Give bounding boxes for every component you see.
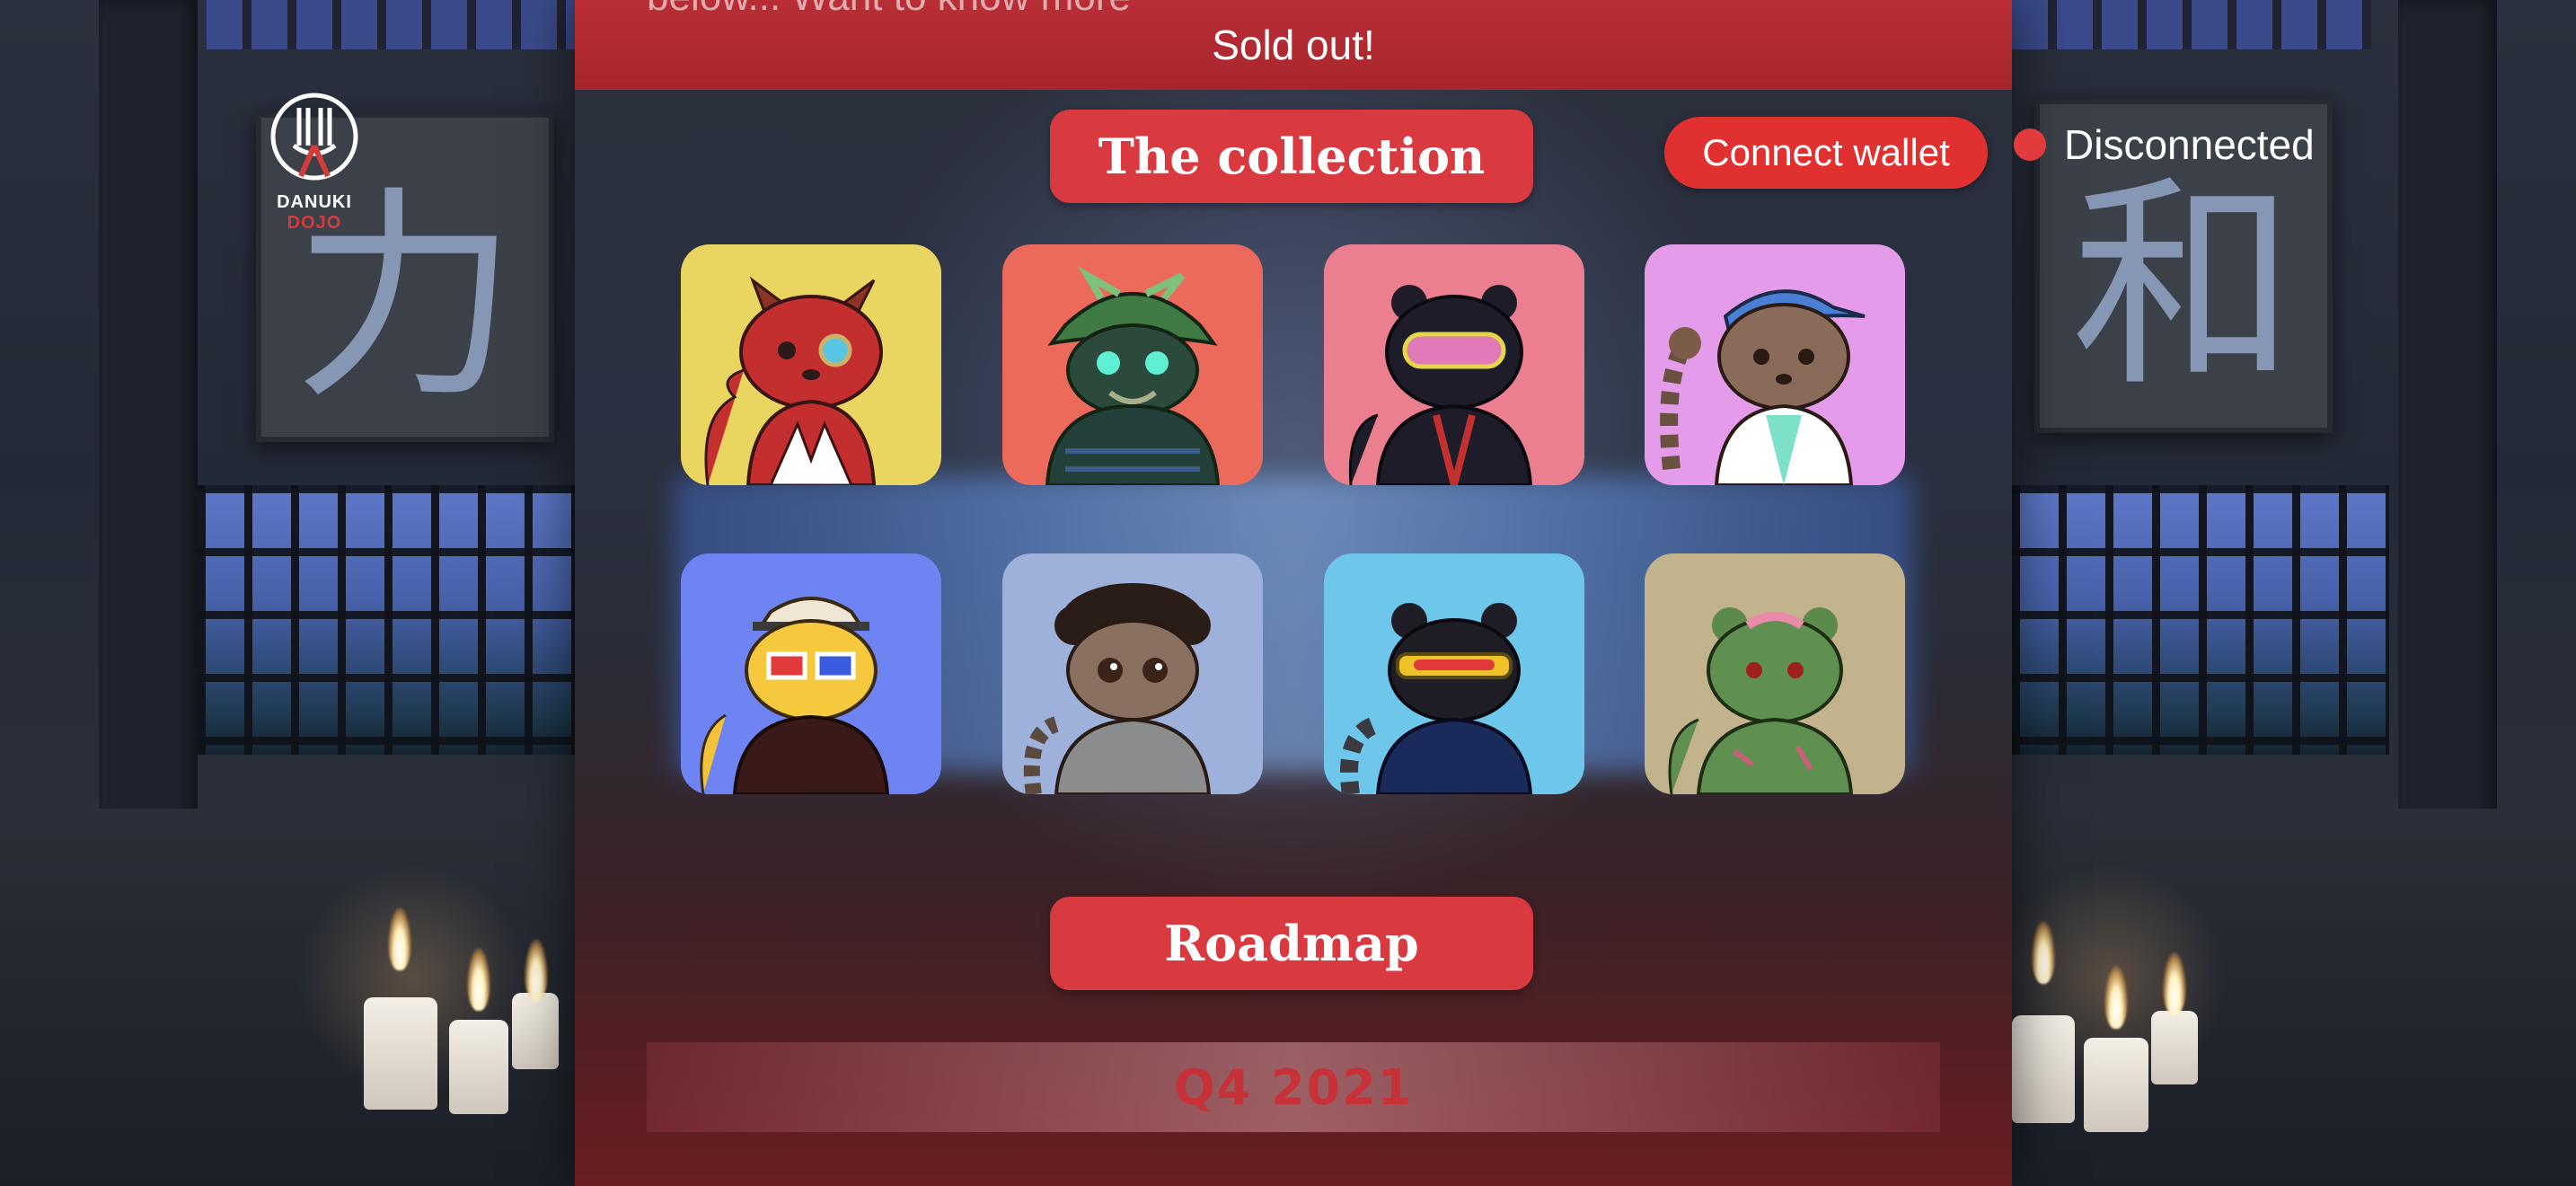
red-tanuki-monocle-icon bbox=[704, 276, 883, 485]
logo-text: DANUKI DOJO bbox=[260, 192, 368, 234]
3d-glasses-tanuki-icon bbox=[700, 597, 890, 794]
curly-hair-tanuki-icon bbox=[1023, 583, 1212, 794]
top-window-right bbox=[2012, 0, 2371, 49]
visor-tanuki-icon bbox=[1340, 603, 1533, 794]
logo[interactable]: DANUKI DOJO bbox=[260, 90, 368, 234]
nft-card-red-tanuki-monocle[interactable] bbox=[681, 244, 941, 485]
flame-icon bbox=[467, 948, 490, 1011]
status-text: Disconnected bbox=[2064, 121, 2315, 168]
collection-title: The collection bbox=[1050, 110, 1533, 203]
wallet-status: Disconnected bbox=[2014, 120, 2315, 169]
nft-card-zombie-tanuki[interactable] bbox=[1645, 553, 1905, 794]
top-window-left bbox=[207, 0, 575, 49]
nft-card-ninja-tanuki[interactable] bbox=[1324, 244, 1584, 485]
candle bbox=[2012, 1015, 2075, 1123]
status-dot-icon bbox=[2014, 128, 2046, 161]
sold-out-banner: below... Want to know more Sold out! bbox=[575, 0, 2012, 90]
candle bbox=[512, 993, 559, 1069]
candle bbox=[364, 997, 437, 1110]
roadmap-quarter-band: Q4 2021 bbox=[647, 1042, 1940, 1132]
flame-icon bbox=[2032, 921, 2055, 984]
logo-text-accent: DOJO bbox=[287, 213, 342, 233]
flame-icon bbox=[2104, 966, 2128, 1029]
flame-icon bbox=[2163, 952, 2186, 1015]
window-lattice-left bbox=[198, 485, 575, 755]
nft-card-cap-tanuki[interactable] bbox=[1645, 244, 1905, 485]
nft-card-visor-tanuki[interactable] bbox=[1324, 553, 1584, 794]
connect-wallet-button[interactable]: Connect wallet bbox=[1664, 117, 1988, 189]
nft-card-curly-hair-tanuki[interactable] bbox=[1002, 553, 1263, 794]
candle bbox=[449, 1020, 508, 1114]
flame-icon bbox=[388, 907, 411, 970]
roadmap-title: Roadmap bbox=[1050, 897, 1533, 990]
nft-card-3d-glasses-tanuki[interactable] bbox=[681, 553, 941, 794]
banner-ghost-text: below... Want to know more bbox=[647, 0, 1131, 20]
zombie-tanuki-icon bbox=[1668, 607, 1854, 794]
flame-icon bbox=[525, 939, 548, 1002]
cap-tanuki-icon bbox=[1660, 289, 1866, 485]
nft-card-samurai-tanuki[interactable] bbox=[1002, 244, 1263, 485]
ninja-tanuki-icon bbox=[1348, 285, 1533, 485]
roadmap-quarter: Q4 2021 bbox=[1173, 1058, 1414, 1116]
logo-icon bbox=[270, 93, 358, 181]
window-lattice-right bbox=[2012, 485, 2389, 755]
samurai-tanuki-icon bbox=[1045, 265, 1221, 485]
candle bbox=[2151, 1011, 2198, 1084]
candle bbox=[2084, 1038, 2148, 1132]
banner-text: Sold out! bbox=[1212, 22, 1375, 68]
logo-text-main: DANUKI bbox=[277, 192, 352, 212]
